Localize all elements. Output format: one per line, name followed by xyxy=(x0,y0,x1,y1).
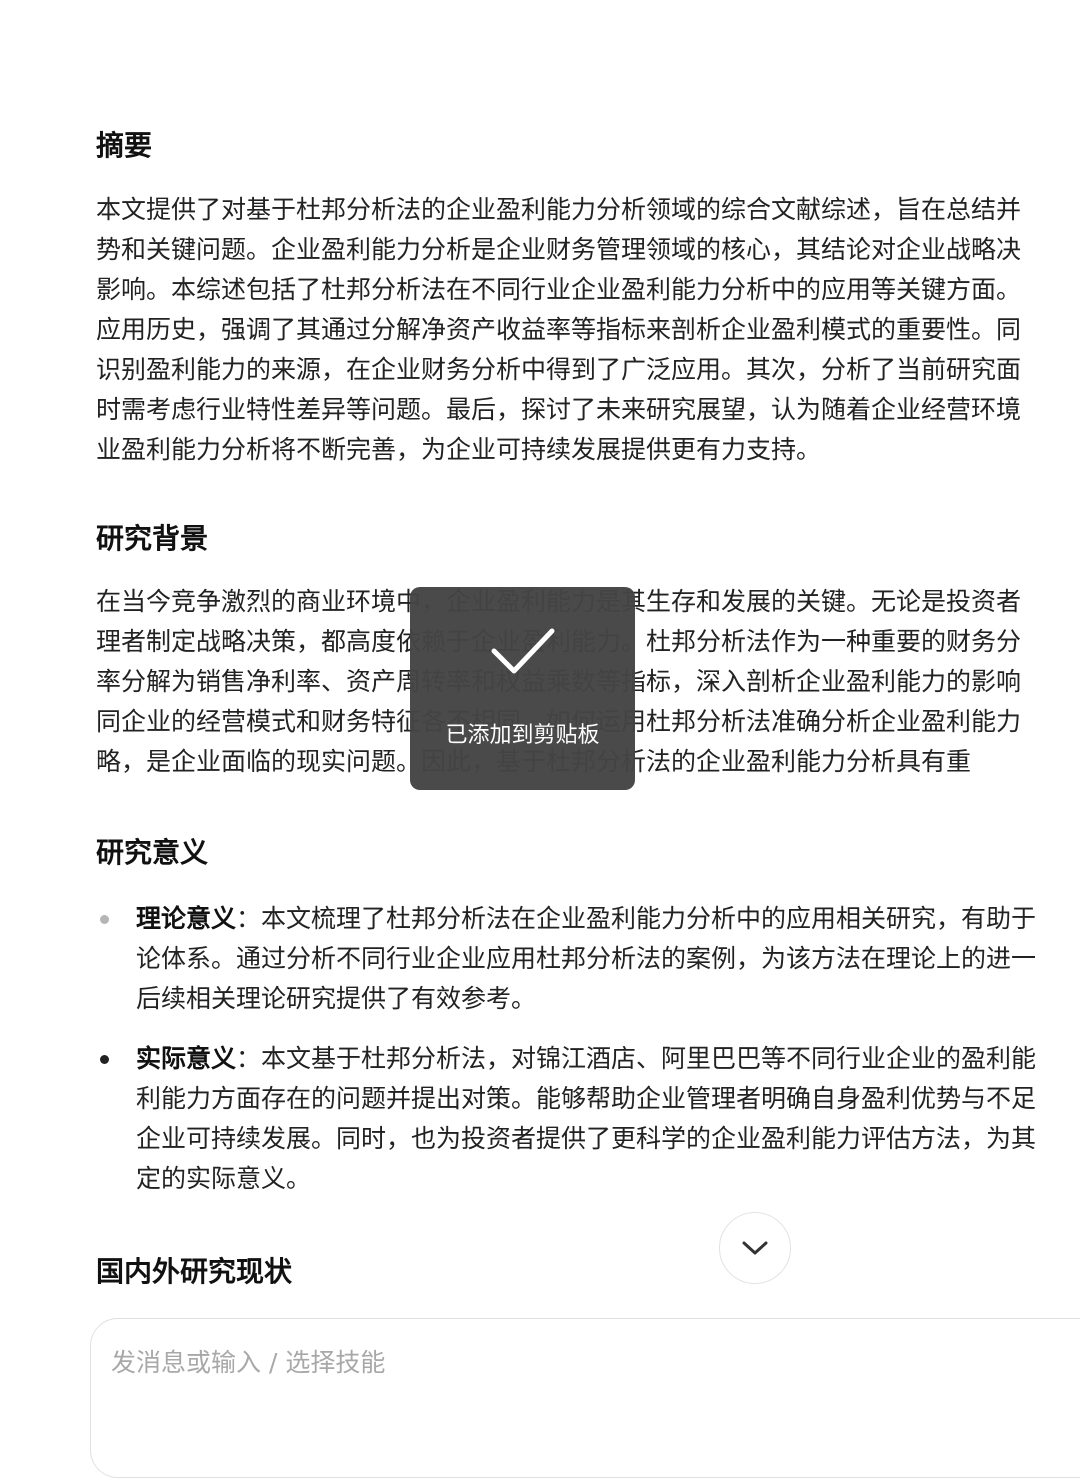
list-item-text: 实际意义：本文基于杜邦分析法，对锦江酒店、阿里巴巴等不同行业企业的盈利能 利能力… xyxy=(136,1039,1036,1199)
list-item-label: 理论意义 xyxy=(136,904,237,933)
list-item-body: 后续相关理论研究提供了有效参考。 xyxy=(136,984,537,1013)
section-title-significance: 研究意义 xyxy=(96,836,209,869)
list-item-body: 论体系。通过分析不同行业企业应用杜邦分析法的案例，为该方法在理论上的进一 xyxy=(136,944,1037,973)
abstract-paragraph: 本文提供了对基于杜邦分析法的企业盈利能力分析领域的综合文献综述，旨在总结并 势和… xyxy=(96,190,1021,470)
check-icon xyxy=(491,628,555,674)
abstract-line: 影响。本综述包括了杜邦分析法在不同行业企业盈利能力分析中的应用等关键方面。 xyxy=(96,275,1022,304)
chevron-down-icon xyxy=(742,1241,768,1255)
list-item-body: 企业可持续发展。同时，也为投资者提供了更科学的企业盈利能力评估方法，为其 xyxy=(136,1124,1037,1153)
list-item-label: 实际意义 xyxy=(136,1044,237,1073)
list-item-body: 定的实际意义。 xyxy=(136,1164,312,1193)
bullet-dot xyxy=(100,915,109,924)
list-item-body: ：本文梳理了杜邦分析法在企业盈利能力分析中的应用相关研究，有助于 xyxy=(236,904,1037,933)
toast-message: 已添加到剪贴板 xyxy=(445,723,600,748)
abstract-line: 业盈利能力分析将不断完善，为企业可持续发展提供更有力支持。 xyxy=(96,435,822,464)
abstract-line: 时需考虑行业特性差异等问题。最后，探讨了未来研究展望，认为随着企业经营环境 xyxy=(96,395,1022,424)
composer-input[interactable]: 发消息或输入 / 选择技能 xyxy=(111,1343,385,1383)
section-title-abstract: 摘要 xyxy=(96,129,153,162)
list-item-text: 理论意义：本文梳理了杜邦分析法在企业盈利能力分析中的应用相关研究，有助于 论体系… xyxy=(136,899,1036,1019)
abstract-line: 应用历史，强调了其通过分解净资产收益率等指标来剖析企业盈利模式的重要性。同 xyxy=(96,315,1022,344)
list-item-body: 利能力方面存在的问题并提出对策。能够帮助企业管理者明确自身盈利优势与不足 xyxy=(136,1084,1037,1113)
abstract-line: 本文提供了对基于杜邦分析法的企业盈利能力分析领域的综合文献综述，旨在总结并 xyxy=(96,195,1022,224)
list-item-body: ：本文基于杜邦分析法，对锦江酒店、阿里巴巴等不同行业企业的盈利能 xyxy=(236,1044,1037,1073)
clipboard-toast: 已添加到剪贴板 xyxy=(410,587,635,790)
bullet-dot xyxy=(100,1055,109,1064)
scroll-to-bottom-button[interactable] xyxy=(719,1212,791,1284)
section-title-background: 研究背景 xyxy=(96,522,209,555)
section-title-status: 国内外研究现状 xyxy=(96,1255,293,1288)
abstract-line: 势和关键问题。企业盈利能力分析是企业财务管理领域的核心，其结论对企业战略决 xyxy=(96,235,1022,264)
abstract-line: 识别盈利能力的来源，在企业财务分析中得到了广泛应用。其次，分析了当前研究面 xyxy=(96,355,1022,384)
message-composer[interactable]: 发消息或输入 / 选择技能 xyxy=(90,1318,1080,1478)
